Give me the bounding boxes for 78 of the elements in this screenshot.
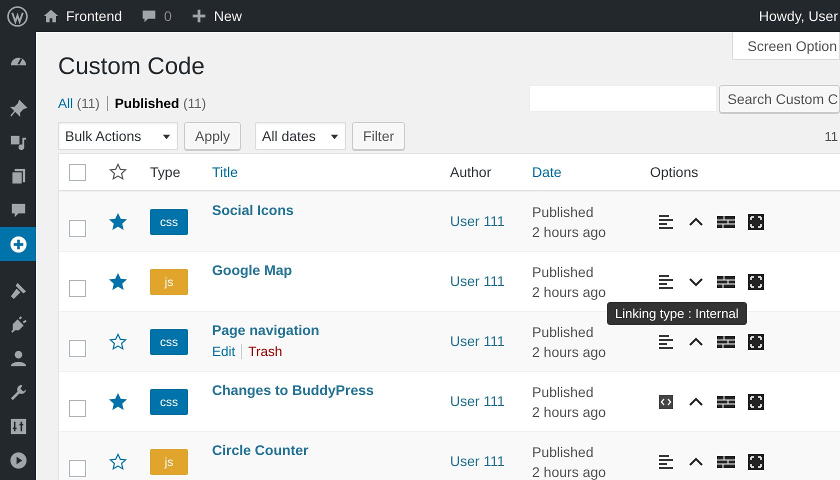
row-title-link[interactable]: Google Map: [212, 262, 448, 278]
page-title: Custom Code: [58, 52, 205, 82]
new-link[interactable]: New: [190, 7, 242, 25]
post-status: Published: [532, 264, 594, 280]
dates-dropdown[interactable]: All dates: [255, 122, 346, 150]
active-menu-item[interactable]: [0, 227, 36, 261]
row-checkbox[interactable]: [68, 280, 86, 297]
author-link[interactable]: User 111: [450, 332, 505, 348]
select-all-checkbox[interactable]: [68, 164, 86, 180]
plug-icon: [8, 314, 28, 334]
filter-button[interactable]: Filter: [352, 122, 406, 150]
edit-link[interactable]: Edit: [212, 344, 236, 359]
caret-icon: [162, 132, 171, 140]
row-title-link[interactable]: Page navigation: [212, 322, 448, 338]
row-title-link[interactable]: Social Icons: [212, 202, 448, 218]
author-link[interactable]: User 111: [450, 452, 505, 468]
row-checkbox[interactable]: [68, 400, 86, 417]
play-icon: [8, 450, 28, 470]
type-badge: css: [150, 388, 188, 414]
plus-circle-icon: [8, 234, 28, 254]
star-filled-icon[interactable]: [109, 272, 127, 290]
comments-link[interactable]: 0: [140, 7, 172, 25]
column-header: Options: [650, 164, 698, 180]
search-button[interactable]: Search Custom C: [718, 85, 840, 113]
row-checkbox[interactable]: [68, 220, 86, 237]
row-title-link[interactable]: Circle Counter: [212, 442, 448, 458]
brush-icon: [8, 280, 28, 300]
tooltip: Linking type : Internal: [607, 302, 747, 324]
apply-button[interactable]: Apply: [184, 122, 242, 150]
row-checkbox[interactable]: [68, 460, 86, 477]
row-checkbox[interactable]: [68, 340, 86, 357]
fullscreen-icon[interactable]: [746, 452, 766, 472]
view-link[interactable]: Published (11): [106, 96, 206, 111]
star-outline-icon[interactable]: [109, 163, 127, 181]
account-link[interactable]: Howdy, User: [758, 8, 840, 24]
post-status: Published: [532, 204, 594, 220]
home-icon: [42, 7, 60, 25]
caret-icon: [330, 132, 340, 140]
wrench-icon: [8, 382, 28, 402]
type-badge: js: [150, 448, 188, 474]
fullscreen-icon[interactable]: [746, 332, 766, 352]
type-badge: css: [150, 208, 188, 234]
view-link[interactable]: All (11): [58, 96, 100, 111]
star-outline-icon[interactable]: [109, 332, 127, 350]
star-filled-icon[interactable]: [109, 392, 127, 410]
author-link[interactable]: User 111: [450, 212, 505, 228]
fullscreen-icon[interactable]: [746, 212, 766, 232]
fullscreen-icon[interactable]: [746, 272, 766, 292]
post-status: Published: [532, 384, 594, 400]
fullscreen-icon[interactable]: [746, 392, 766, 412]
post-date: 2 hours ago: [532, 464, 607, 480]
column-header: Author: [450, 164, 492, 180]
row-title-link[interactable]: Changes to BuddyPress: [212, 382, 448, 398]
author-link[interactable]: User 111: [450, 392, 505, 408]
trash-link[interactable]: Trash: [241, 344, 282, 359]
post-date: 2 hours ago: [532, 224, 607, 240]
star-outline-icon[interactable]: [109, 452, 127, 470]
bulk-actions-dropdown[interactable]: Bulk Actions: [58, 122, 178, 150]
post-date: 2 hours ago: [532, 344, 607, 360]
post-date: 2 hours ago: [532, 404, 607, 420]
item-count: 11: [824, 128, 838, 144]
column-header: Type: [150, 164, 180, 180]
user-icon: [8, 348, 28, 368]
sliders-icon: [8, 416, 28, 436]
type-badge: css: [150, 328, 188, 354]
post-status: Published: [532, 324, 594, 340]
post-date: 2 hours ago: [532, 284, 607, 300]
column-header[interactable]: Title: [212, 164, 238, 180]
author-link[interactable]: User 111: [450, 272, 505, 288]
column-header[interactable]: Date: [532, 164, 562, 180]
wordpress-logo-icon[interactable]: [7, 6, 28, 26]
plus-icon: [190, 7, 208, 25]
pin-icon: [8, 98, 28, 118]
site-link[interactable]: Frontend: [42, 7, 122, 25]
star-filled-icon[interactable]: [109, 212, 127, 230]
type-badge: js: [150, 268, 188, 294]
screen-options-tab[interactable]: Screen Option: [732, 32, 840, 60]
post-status: Published: [532, 444, 594, 460]
